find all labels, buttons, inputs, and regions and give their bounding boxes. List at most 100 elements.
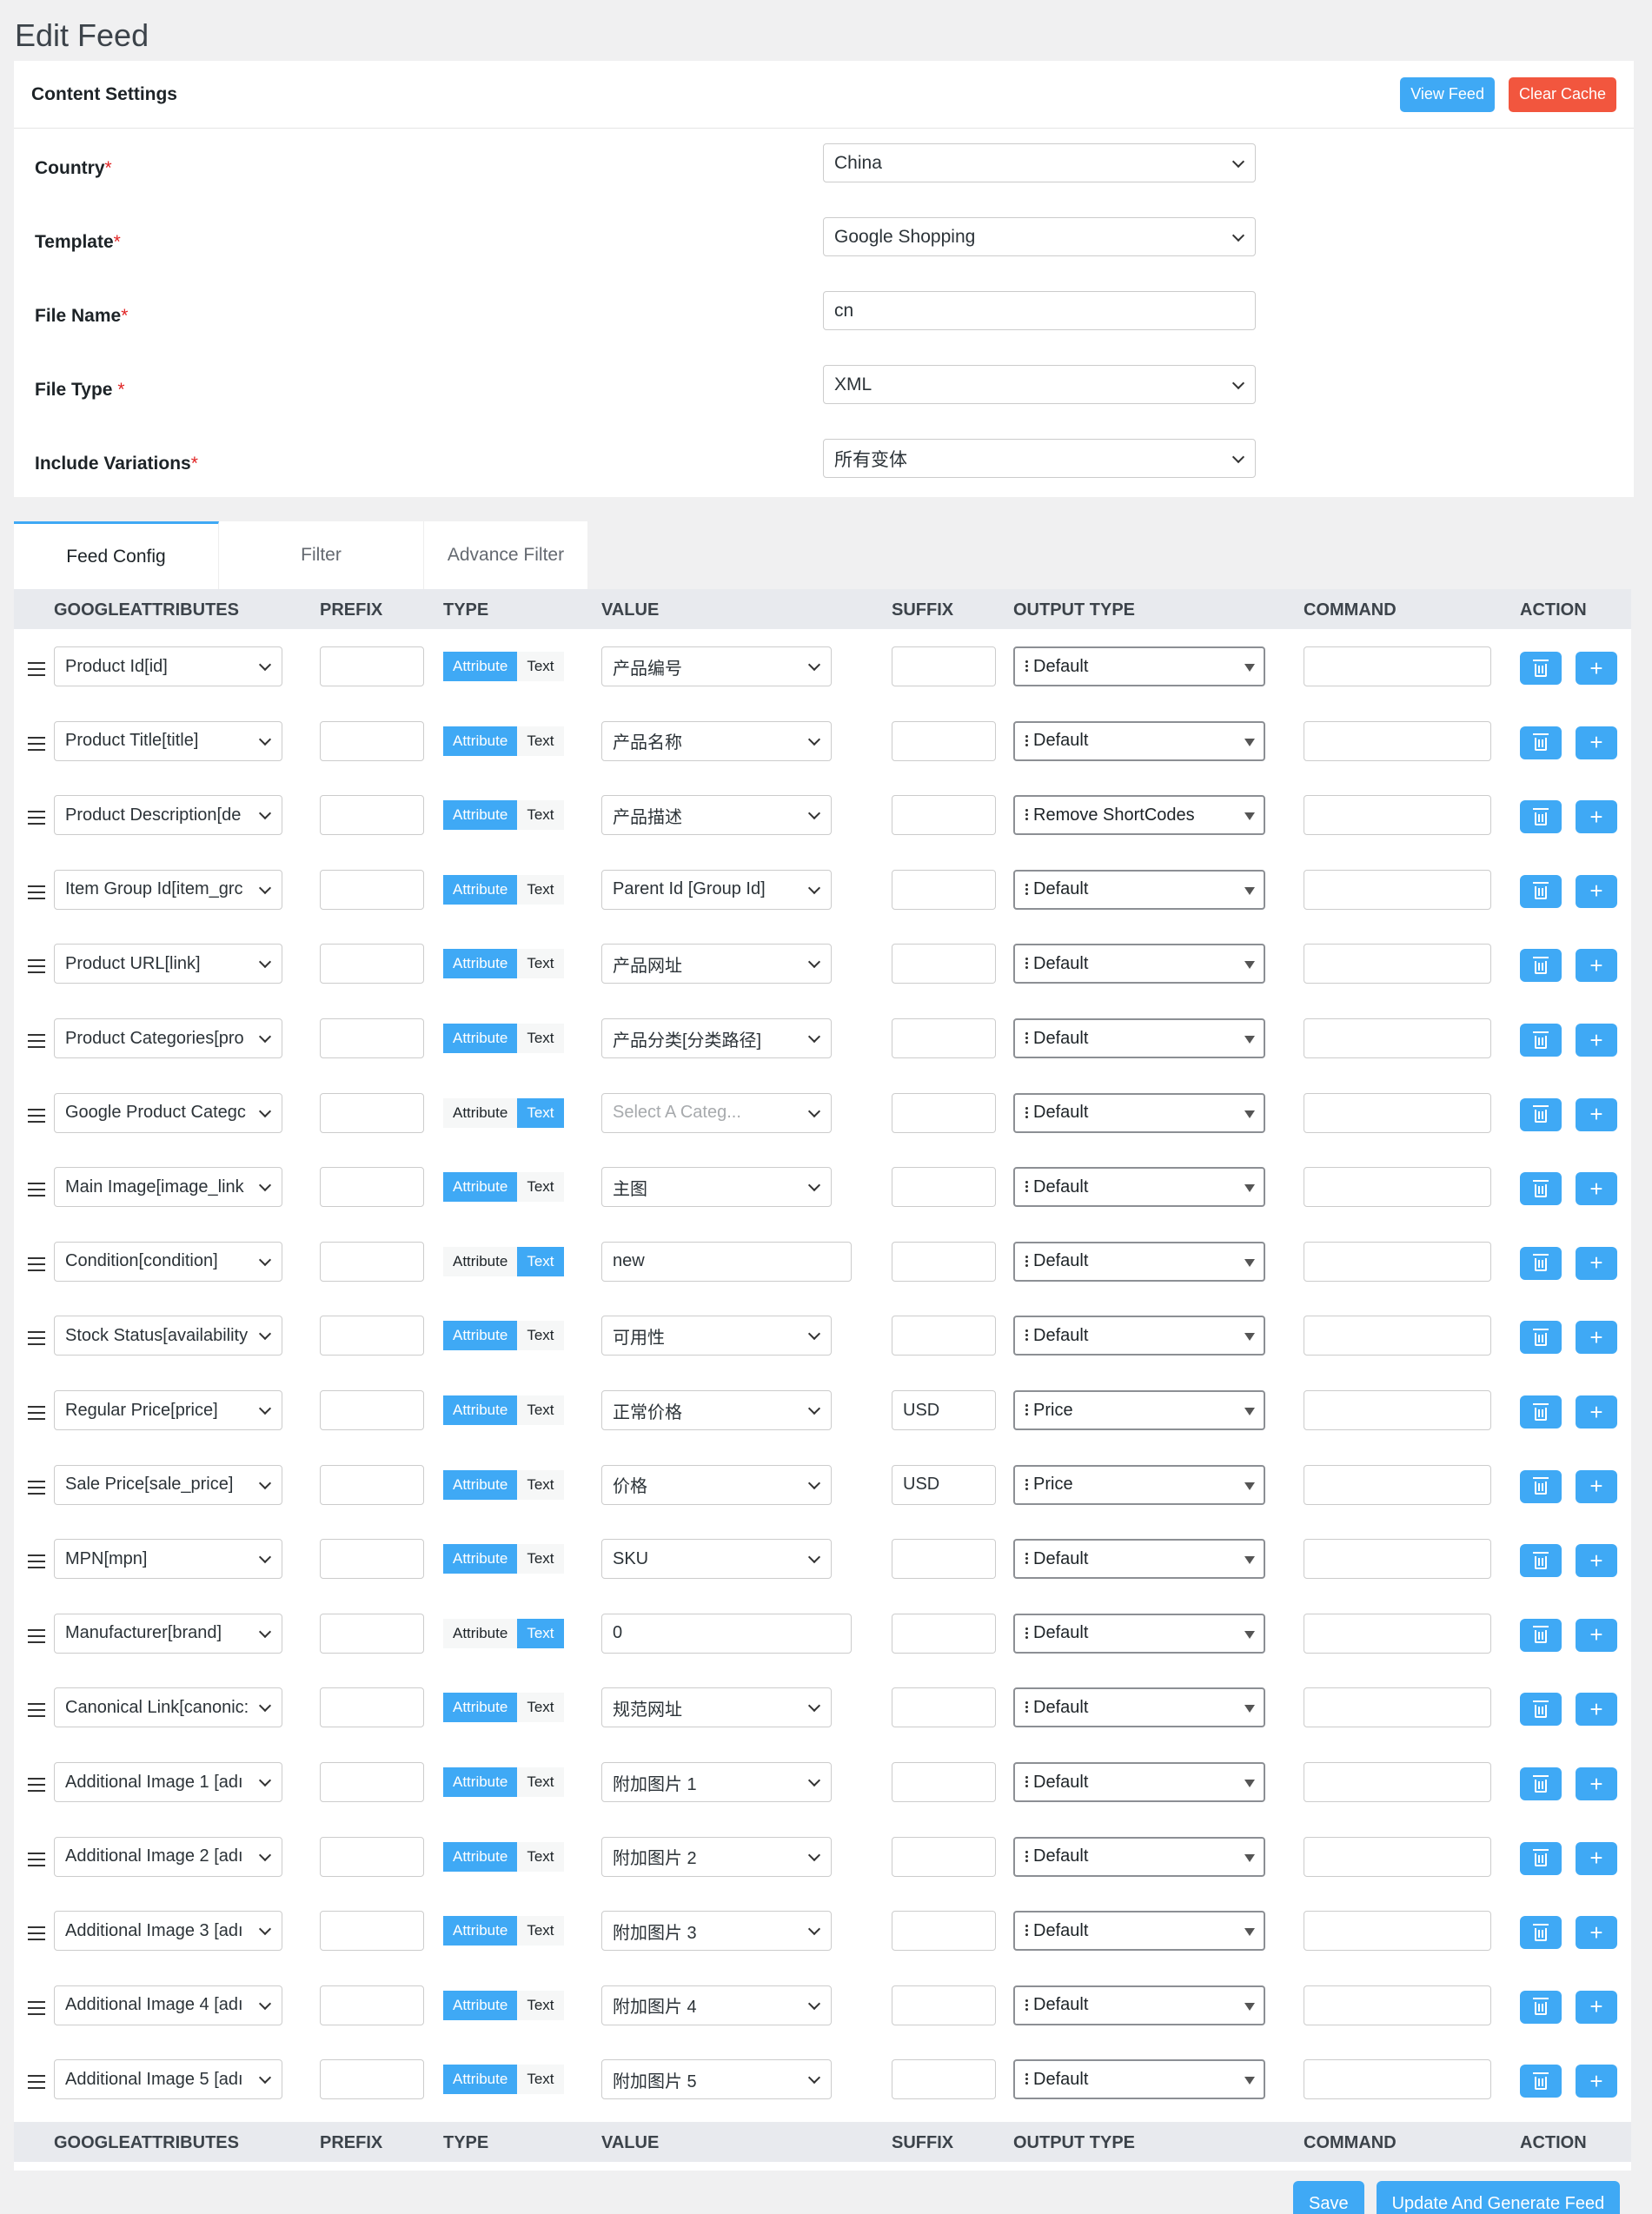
value-select[interactable]: 产品描述 bbox=[601, 795, 832, 836]
suffix-input[interactable] bbox=[892, 795, 996, 836]
drag-handle-icon[interactable] bbox=[28, 1256, 45, 1271]
value-select[interactable]: SKU bbox=[601, 1539, 832, 1580]
command-input[interactable] bbox=[1304, 1687, 1491, 1728]
type-attribute-button[interactable]: Attribute bbox=[443, 1916, 518, 1946]
view-feed-button[interactable]: View Feed bbox=[1400, 76, 1495, 112]
value-select[interactable]: 附加图片 5 bbox=[601, 2059, 832, 2100]
prefix-input[interactable] bbox=[320, 1539, 424, 1580]
type-attribute-button[interactable]: Attribute bbox=[443, 1618, 518, 1648]
command-input[interactable] bbox=[1304, 944, 1491, 984]
type-attribute-button[interactable]: Attribute bbox=[443, 1097, 518, 1128]
drag-handle-icon[interactable] bbox=[28, 811, 45, 825]
output-type-select[interactable]: Default bbox=[1013, 944, 1265, 984]
suffix-input[interactable]: USD bbox=[892, 1390, 996, 1430]
attribute-select[interactable]: Stock Status[availability bbox=[54, 1316, 282, 1356]
delete-row-button[interactable] bbox=[1520, 1841, 1562, 1875]
type-text-button[interactable]: Text bbox=[517, 1395, 564, 1425]
suffix-input[interactable] bbox=[892, 1316, 996, 1356]
command-input[interactable] bbox=[1304, 1985, 1491, 2025]
setting-select[interactable]: 所有变体 bbox=[823, 439, 1256, 478]
value-select[interactable]: Select A Categ... bbox=[601, 1092, 832, 1133]
drag-handle-icon[interactable] bbox=[28, 736, 45, 751]
delete-row-button[interactable] bbox=[1520, 949, 1562, 983]
add-row-button[interactable]: + bbox=[1576, 1469, 1617, 1503]
command-input[interactable] bbox=[1304, 1613, 1491, 1654]
value-select[interactable]: 附加图片 4 bbox=[601, 1985, 832, 2025]
value-input[interactable]: 0 bbox=[601, 1613, 852, 1654]
output-type-select[interactable]: Default bbox=[1013, 869, 1265, 910]
add-row-button[interactable]: + bbox=[1576, 800, 1617, 834]
suffix-input[interactable] bbox=[892, 646, 996, 686]
value-select[interactable]: 附加图片 1 bbox=[601, 1762, 832, 1802]
type-attribute-button[interactable]: Attribute bbox=[443, 874, 518, 905]
prefix-input[interactable] bbox=[320, 944, 424, 984]
type-attribute-button[interactable]: Attribute bbox=[443, 1024, 518, 1053]
type-text-button[interactable]: Text bbox=[517, 874, 564, 905]
delete-row-button[interactable] bbox=[1520, 1544, 1562, 1578]
type-text-button[interactable]: Text bbox=[517, 1841, 564, 1872]
drag-handle-icon[interactable] bbox=[28, 1926, 45, 1941]
value-select[interactable]: Parent Id [Group Id] bbox=[601, 869, 832, 910]
type-attribute-button[interactable]: Attribute bbox=[443, 1395, 518, 1425]
prefix-input[interactable] bbox=[320, 1687, 424, 1728]
add-row-button[interactable]: + bbox=[1576, 652, 1617, 685]
prefix-input[interactable] bbox=[320, 1390, 424, 1430]
drag-handle-icon[interactable] bbox=[28, 1480, 45, 1495]
suffix-input[interactable] bbox=[892, 944, 996, 984]
attribute-select[interactable]: Additional Image 5 [adı bbox=[54, 2059, 282, 2100]
prefix-input[interactable] bbox=[320, 1836, 424, 1877]
attribute-select[interactable]: Product Description[de bbox=[54, 795, 282, 836]
suffix-input[interactable] bbox=[892, 1687, 996, 1728]
output-type-select[interactable]: Default bbox=[1013, 1613, 1265, 1654]
tab-feed-config[interactable]: Feed Config bbox=[14, 521, 219, 589]
command-input[interactable] bbox=[1304, 869, 1491, 910]
attribute-select[interactable]: Sale Price[sale_price] bbox=[54, 1464, 282, 1505]
output-type-select[interactable]: Remove ShortCodes bbox=[1013, 795, 1265, 836]
output-type-select[interactable]: Default bbox=[1013, 1539, 1265, 1580]
add-row-button[interactable]: + bbox=[1576, 1395, 1617, 1428]
type-text-button[interactable]: Text bbox=[517, 1172, 564, 1203]
add-row-button[interactable]: + bbox=[1576, 1767, 1617, 1800]
type-attribute-button[interactable]: Attribute bbox=[443, 1767, 518, 1797]
drag-handle-icon[interactable] bbox=[28, 1183, 45, 1197]
add-row-button[interactable]: + bbox=[1576, 874, 1617, 908]
suffix-input[interactable] bbox=[892, 2059, 996, 2100]
type-text-button[interactable]: Text bbox=[517, 1097, 564, 1128]
drag-handle-icon[interactable] bbox=[28, 1554, 45, 1569]
delete-row-button[interactable] bbox=[1520, 1916, 1562, 1950]
attribute-select[interactable]: Additional Image 2 [adı bbox=[54, 1836, 282, 1877]
tab-filter[interactable]: Filter bbox=[219, 521, 424, 589]
attribute-select[interactable]: Google Product Categc bbox=[54, 1092, 282, 1133]
type-text-button[interactable]: Text bbox=[517, 1693, 564, 1723]
attribute-select[interactable]: Regular Price[price] bbox=[54, 1390, 282, 1430]
drag-handle-icon[interactable] bbox=[28, 1034, 45, 1048]
prefix-input[interactable] bbox=[320, 1241, 424, 1282]
command-input[interactable] bbox=[1304, 1018, 1491, 1058]
type-attribute-button[interactable]: Attribute bbox=[443, 1172, 518, 1203]
type-text-button[interactable]: Text bbox=[517, 1321, 564, 1351]
suffix-input[interactable] bbox=[892, 1167, 996, 1208]
type-attribute-button[interactable]: Attribute bbox=[443, 726, 518, 756]
value-select[interactable]: 可用性 bbox=[601, 1316, 832, 1356]
command-input[interactable] bbox=[1304, 1092, 1491, 1133]
drag-handle-icon[interactable] bbox=[28, 1406, 45, 1420]
prefix-input[interactable] bbox=[320, 1613, 424, 1654]
command-input[interactable] bbox=[1304, 1464, 1491, 1505]
value-select[interactable]: 产品名称 bbox=[601, 720, 832, 761]
value-select[interactable]: 产品分类[分类路径] bbox=[601, 1018, 832, 1058]
value-select[interactable]: 正常价格 bbox=[601, 1390, 832, 1430]
prefix-input[interactable] bbox=[320, 1018, 424, 1058]
setting-select[interactable]: Google Shopping bbox=[823, 217, 1256, 256]
delete-row-button[interactable] bbox=[1520, 726, 1562, 759]
output-type-select[interactable]: Default bbox=[1013, 1687, 1265, 1728]
delete-row-button[interactable] bbox=[1520, 1693, 1562, 1727]
prefix-input[interactable] bbox=[320, 1316, 424, 1356]
type-attribute-button[interactable]: Attribute bbox=[443, 1693, 518, 1723]
drag-handle-icon[interactable] bbox=[28, 2075, 45, 2090]
type-attribute-button[interactable]: Attribute bbox=[443, 1469, 518, 1500]
type-text-button[interactable]: Text bbox=[517, 1916, 564, 1946]
prefix-input[interactable] bbox=[320, 720, 424, 761]
type-attribute-button[interactable]: Attribute bbox=[443, 1841, 518, 1872]
type-text-button[interactable]: Text bbox=[517, 949, 564, 979]
delete-row-button[interactable] bbox=[1520, 1395, 1562, 1428]
